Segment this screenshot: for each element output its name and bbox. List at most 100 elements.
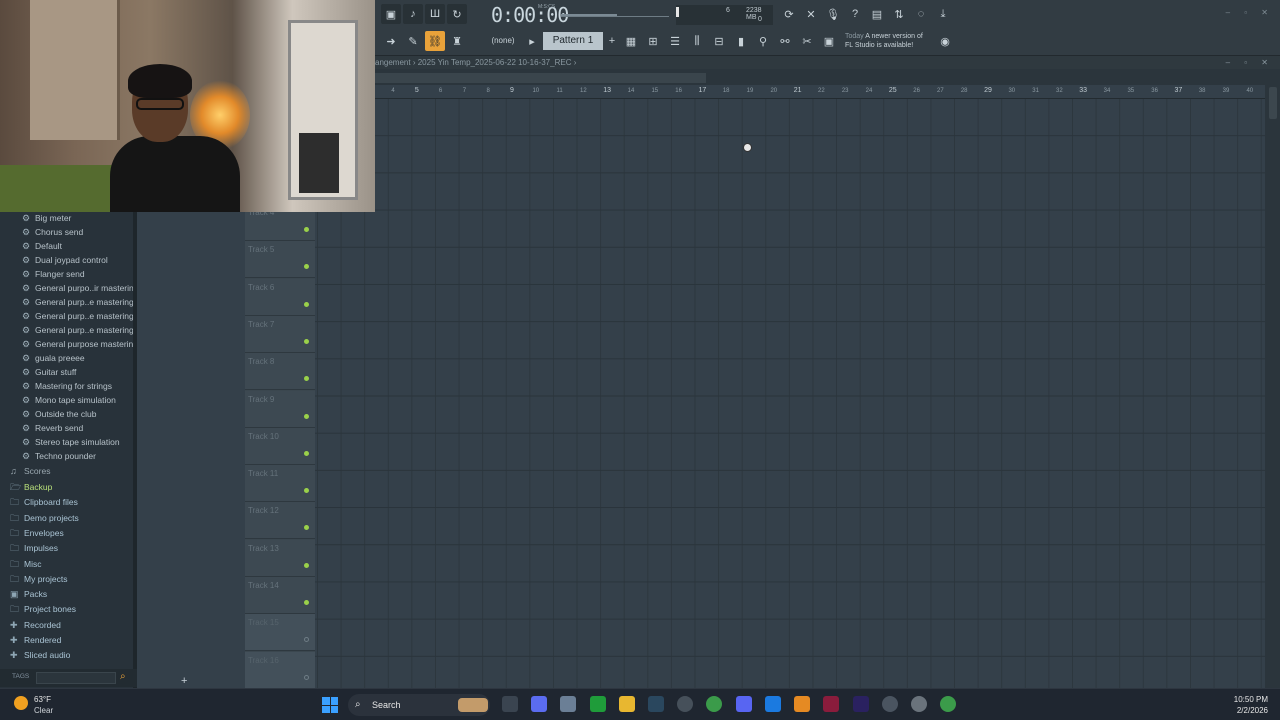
track-enable-led[interactable] xyxy=(304,600,309,605)
browser-folder-item[interactable]: 🗀 My projects xyxy=(10,572,67,587)
tools-icon[interactable]: ✕ xyxy=(801,4,821,24)
discord-icon[interactable] xyxy=(736,696,752,712)
browser-preset-item[interactable]: ⚙ Outside the club xyxy=(22,407,96,421)
track-header[interactable]: Track 15 xyxy=(245,614,315,652)
timeline-ruler[interactable]: 4 5 6 7 8 9 10 11 12 13 14 15 16 17 18 19 20 21 22 23 24 25 26… xyxy=(375,85,1265,99)
track-enable-led[interactable] xyxy=(304,376,309,382)
browser-preset-item[interactable]: ⚙ Mastering for strings xyxy=(22,379,112,393)
steam-icon[interactable] xyxy=(648,696,664,712)
track-header[interactable]: Track 14 xyxy=(245,577,315,614)
browser-folder-item[interactable]: ✚ Recorded xyxy=(10,618,61,633)
settings-icon[interactable] xyxy=(911,696,927,712)
pattern-selector[interactable]: (none) xyxy=(483,33,523,49)
taskbar-search[interactable]: ⌕ Search xyxy=(348,694,490,716)
track-enable-led[interactable] xyxy=(304,301,309,307)
loop-record-icon[interactable]: ↻ xyxy=(447,4,467,24)
playlist-window-controls[interactable]: – ▫ ✕ xyxy=(1226,56,1274,69)
mixer-icon[interactable]: ⇅ xyxy=(889,4,909,24)
piano-roll-icon[interactable]: ⊞ xyxy=(643,31,663,51)
track-enable-led[interactable] xyxy=(304,227,309,232)
system-clock[interactable]: 10:50 PM 2/2/2026 xyxy=(1234,694,1268,716)
plugin-icon[interactable]: ⚲ xyxy=(753,31,773,51)
track-header[interactable]: Track 5 xyxy=(245,241,315,279)
browser-preset-item[interactable]: ⚙ General purp..e mastering 3 xyxy=(22,309,141,323)
browser-folder-item[interactable]: 🗀 Demo projects xyxy=(10,511,79,526)
track-header[interactable]: Track 11 xyxy=(245,465,315,503)
browser-folder-item[interactable]: ✚ Rendered xyxy=(10,633,61,648)
browser-folder-item[interactable]: 🗀 Envelopes xyxy=(10,526,64,541)
github-icon[interactable] xyxy=(677,696,693,712)
capcut-icon[interactable] xyxy=(882,696,898,712)
update-globe-icon[interactable]: ◉ xyxy=(935,31,955,51)
browser-preset-item[interactable]: ⚙ Flanger send xyxy=(22,267,85,281)
vertical-scroll-thumb[interactable] xyxy=(1269,87,1277,119)
track-enable-led[interactable] xyxy=(304,637,309,643)
link-icon[interactable]: ⛓ xyxy=(425,31,445,51)
search-icon[interactable]: ⌕ xyxy=(120,671,126,682)
windows-start-icon[interactable] xyxy=(322,697,338,713)
fl-studio-icon[interactable] xyxy=(794,696,810,712)
browser-preset-item[interactable]: ⚙ Stereo tape simulation xyxy=(22,435,120,449)
add-icon[interactable]: + xyxy=(181,675,187,687)
clipboard-icon[interactable]: ▮ xyxy=(731,31,751,51)
chrome-profile-icon[interactable] xyxy=(940,696,956,712)
stamp-icon[interactable]: ♜ xyxy=(447,31,467,51)
browser-folder-item[interactable]: ✚ Sliced audio xyxy=(10,648,70,663)
track-enable-led[interactable] xyxy=(304,264,309,270)
track-header[interactable]: Track 9 xyxy=(245,390,315,428)
browser-folder-item[interactable]: 🗁 Backup xyxy=(10,480,52,495)
browser-preset-item[interactable]: ⚙ General purpo..ir mastering xyxy=(22,281,138,295)
mixer-faders-icon[interactable]: ⫼ xyxy=(687,31,707,51)
browser-preset-item[interactable]: ⚙ Chorus send xyxy=(22,225,83,239)
playlist-icon[interactable]: ▦ xyxy=(621,31,641,51)
track-header[interactable]: Track 10 xyxy=(245,427,315,465)
browser-preset-item[interactable]: ⚙ Dual joypad control xyxy=(22,253,108,267)
track-enable-led[interactable] xyxy=(304,488,309,494)
track-header[interactable]: Track 13 xyxy=(245,539,315,577)
track-enable-led[interactable] xyxy=(304,674,309,680)
touch-keyboard-icon[interactable]: ✂ xyxy=(797,31,817,51)
refresh-icon[interactable]: ⟳ xyxy=(779,4,799,24)
record-mode-icon[interactable]: ▣ xyxy=(381,4,401,24)
horizontal-scrollbar[interactable] xyxy=(375,71,1268,85)
plugin-picker-icon[interactable]: ⚯ xyxy=(775,31,795,51)
browser-folder-item[interactable]: 🗀 Clipboard files xyxy=(10,495,78,510)
track-header[interactable]: Track 16 xyxy=(245,651,315,689)
browser-preset-item[interactable]: ⚙ Big meter xyxy=(22,211,71,225)
file-explorer-icon[interactable] xyxy=(619,696,635,712)
help-icon[interactable]: ? xyxy=(845,4,865,24)
track-header[interactable]: Track 7 xyxy=(245,315,315,353)
browser-preset-item[interactable]: ⚙ guala preeee xyxy=(22,351,85,365)
microphone-icon[interactable]: 🎙 xyxy=(823,4,843,24)
browser-preset-item[interactable]: ⚙ Reverb send xyxy=(22,421,83,435)
edge-icon[interactable] xyxy=(765,696,781,712)
browser-folder-item[interactable]: 🗀 Project bones xyxy=(10,602,76,617)
browser-preset-item[interactable]: ⚙ Techno pounder xyxy=(22,449,96,463)
xbox-icon[interactable] xyxy=(590,696,606,712)
step-edit-icon[interactable]: ♪ xyxy=(403,4,423,24)
browser-folder-item[interactable]: 🗀 Impulses xyxy=(10,541,58,556)
chat-icon[interactable]: ◌ xyxy=(911,4,931,24)
app-window-controls[interactable]: – ▫ ✕ xyxy=(1226,8,1274,17)
metronome-icon[interactable]: Ш xyxy=(425,4,445,24)
chrome-icon[interactable] xyxy=(706,696,722,712)
browser-folder-item[interactable]: ▣ Packs xyxy=(10,587,47,602)
pencil-icon[interactable]: ✎ xyxy=(403,31,423,51)
browser-icon[interactable]: ⊟ xyxy=(709,31,729,51)
copilot-icon[interactable] xyxy=(531,696,547,712)
download-icon[interactable]: ⤓ xyxy=(933,4,953,24)
save-icon[interactable]: ▤ xyxy=(867,4,887,24)
arrow-right-icon[interactable]: ➜ xyxy=(381,31,401,51)
pattern-prev-icon[interactable]: ▸ xyxy=(525,31,539,51)
vertical-scrollbar[interactable] xyxy=(1266,85,1280,688)
browser-preset-item[interactable]: ⚙ General purpose mastering xyxy=(22,337,138,351)
track-header[interactable]: Track 12 xyxy=(245,502,315,540)
channel-rack-icon[interactable]: ☰ xyxy=(665,31,685,51)
track-enable-led[interactable] xyxy=(304,525,309,531)
browser-preset-item[interactable]: ⚙ Mono tape simulation xyxy=(22,393,116,407)
tags-search-input[interactable] xyxy=(36,672,116,684)
track-enable-led[interactable] xyxy=(304,413,309,419)
playlist-grid[interactable] xyxy=(315,99,1265,688)
master-pitch-slider[interactable] xyxy=(561,9,669,17)
resolve-icon[interactable] xyxy=(823,696,839,712)
